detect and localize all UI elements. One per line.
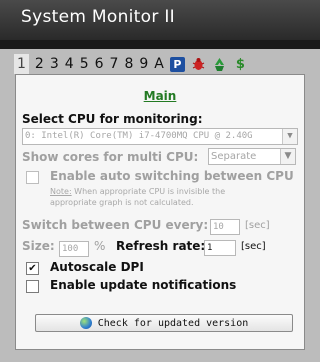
cpu-select[interactable]: 0: Intel(R) Core(TM) i7-4700MQ CPU @ 2.4…: [22, 128, 298, 145]
recycle-icon[interactable]: [212, 57, 227, 72]
tab-4[interactable]: 4: [65, 54, 74, 74]
tab-5[interactable]: 5: [80, 54, 89, 74]
cpu-select-value: 0: Intel(R) Core(TM) i7-4700MQ CPU @ 2.4…: [25, 131, 253, 141]
switch-every-label: Switch between CPU every:: [22, 218, 209, 232]
autoscale-dpi-checkbox[interactable]: ✔: [26, 262, 39, 275]
show-cores-value: Separate: [211, 151, 257, 162]
autoscale-dpi-label: Autoscale DPI: [50, 260, 144, 274]
tab-9[interactable]: 9: [139, 54, 148, 74]
title-bar: System Monitor II: [0, 0, 320, 40]
update-notifications-label: Enable update notifications: [50, 278, 237, 292]
title-strip: [0, 40, 320, 49]
tab-3[interactable]: 3: [50, 54, 59, 74]
refresh-rate-input[interactable]: 1: [204, 240, 236, 256]
switch-every-unit: [sec]: [245, 220, 270, 231]
check-updates-label: Check for updated version: [97, 317, 249, 329]
tab-6[interactable]: 6: [95, 54, 104, 74]
bug-icon[interactable]: [191, 57, 206, 72]
refresh-rate-label: Refresh rate:: [116, 239, 206, 253]
select-cpu-label: Select CPU for monitoring:: [22, 112, 203, 126]
check-updates-button[interactable]: Check for updated version: [35, 314, 293, 332]
auto-switch-label: Enable auto switching between CPU: [50, 169, 294, 183]
note-text-1: When appropriate CPU is invisible the: [71, 187, 226, 196]
p-icon[interactable]: P: [169, 56, 185, 72]
note-line-1: Note: When appropriate CPU is invisible …: [50, 187, 225, 196]
chevron-down-icon[interactable]: ▼: [282, 129, 297, 144]
tab-2[interactable]: 2: [35, 54, 44, 74]
tab-8[interactable]: 8: [124, 54, 133, 74]
tab-1[interactable]: 1: [14, 54, 29, 74]
size-label: Size:: [22, 239, 55, 253]
panel-title: Main: [143, 89, 177, 103]
auto-switch-checkbox[interactable]: [26, 171, 39, 184]
tab-7[interactable]: 7: [110, 54, 119, 74]
switch-every-input[interactable]: 10: [210, 219, 240, 235]
note-text-2: appropriate graph is not calculated.: [50, 198, 194, 207]
update-notifications-checkbox[interactable]: [26, 280, 39, 293]
tab-bar: 1 2 3 4 5 6 7 8 9 A P $: [14, 54, 254, 74]
chevron-down-icon[interactable]: ▼: [280, 149, 295, 164]
globe-icon: [79, 317, 92, 329]
main-panel: Main Select CPU for monitoring: 0: Intel…: [15, 74, 305, 350]
show-cores-label: Show cores for multi CPU:: [22, 150, 199, 164]
show-cores-select[interactable]: Separate ▼: [208, 148, 296, 165]
tab-a[interactable]: A: [154, 54, 164, 74]
note-label: Note:: [50, 187, 72, 196]
size-input[interactable]: 100: [59, 241, 89, 257]
refresh-rate-unit: [sec]: [241, 241, 266, 252]
dollar-icon[interactable]: $: [233, 57, 248, 72]
window-title: System Monitor II: [21, 7, 175, 27]
size-unit: %: [94, 239, 106, 253]
